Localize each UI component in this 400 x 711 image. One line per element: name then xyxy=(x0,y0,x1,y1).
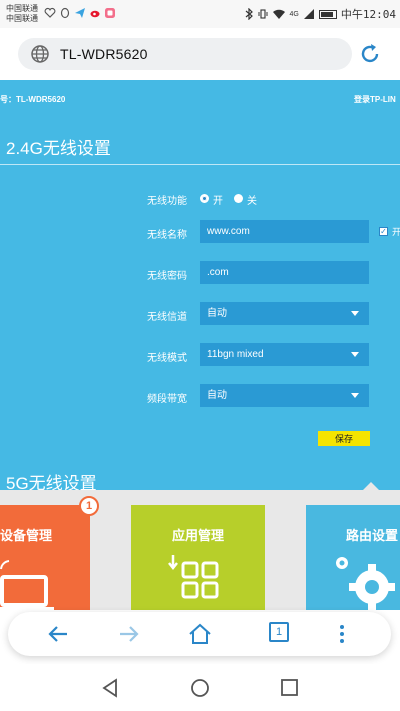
login-link[interactable]: 登录TP-LIN xyxy=(354,94,396,105)
browser-toolbar: TL-WDR5620 xyxy=(0,28,400,80)
password-input[interactable]: .com xyxy=(200,261,369,284)
chevron-down-icon xyxy=(351,352,359,357)
chevron-down-icon xyxy=(351,311,359,316)
ssid-label: 无线名称 xyxy=(147,230,187,241)
radio-on-label: 开 xyxy=(213,196,223,207)
save-button[interactable]: 保存 xyxy=(318,431,370,446)
status-bar: 中国联通 中国联通 4G 中午12:04 xyxy=(0,0,400,28)
mode-label: 无线模式 xyxy=(147,353,187,364)
qq-icon xyxy=(60,7,70,19)
tabs-button[interactable]: 1 xyxy=(269,622,289,642)
hide-ssid-label: 开 xyxy=(392,227,400,237)
heart-icon xyxy=(44,7,56,18)
bandwidth-select[interactable]: 自动 xyxy=(200,384,369,407)
wireless-function-label: 无线功能 xyxy=(147,196,187,207)
address-bar[interactable]: TL-WDR5620 xyxy=(18,38,352,70)
hide-ssid-checkbox[interactable]: ✓ xyxy=(379,227,388,236)
bandwidth-value: 自动 xyxy=(207,390,227,401)
system-indicators: 4G 中午12:04 xyxy=(244,6,396,22)
bluetooth-icon xyxy=(245,8,253,20)
ssid-input[interactable]: www.com xyxy=(200,220,369,243)
browser-nav-bar: 1 xyxy=(8,612,391,656)
laptop-icon xyxy=(0,571,54,610)
channel-select[interactable]: 自动 xyxy=(200,302,369,325)
network-type-label: 4G xyxy=(289,10,299,18)
carrier-2: 中国联通 xyxy=(6,14,38,23)
mode-value: 11bgn mixed xyxy=(207,349,264,360)
mode-select[interactable]: 11bgn mixed xyxy=(200,343,369,366)
paper-plane-icon xyxy=(75,8,85,18)
tile-router-settings[interactable]: 路由设置 xyxy=(306,505,400,610)
wifi-icon xyxy=(272,9,285,19)
reload-icon[interactable] xyxy=(358,42,382,66)
router-config-page: 号：TL-WDR5620 登录TP-LIN 2.4G无线设置 无线功能 开 关 … xyxy=(0,80,400,610)
section-divider xyxy=(0,164,400,165)
carrier-1: 中国联通 xyxy=(6,4,38,13)
notification-icons xyxy=(44,7,116,19)
recents-square-icon[interactable] xyxy=(280,678,300,698)
tile-device-management[interactable]: 设备管理 xyxy=(0,505,90,610)
router-model: 号：TL-WDR5620 xyxy=(0,95,66,104)
section-title-24g: 2.4G无线设置 xyxy=(6,139,111,158)
radio-off-label: 关 xyxy=(247,196,257,207)
password-label: 无线密码 xyxy=(147,271,187,282)
signal-icon xyxy=(303,9,314,19)
gear-icon xyxy=(336,557,395,610)
radio-off[interactable] xyxy=(234,194,243,203)
notification-badge: 1 xyxy=(79,496,99,516)
globe-icon xyxy=(31,45,49,63)
url-text: TL-WDR5620 xyxy=(60,46,148,62)
channel-value: 自动 xyxy=(207,308,227,319)
app-icon xyxy=(105,8,115,18)
tile-label: 设备管理 xyxy=(0,528,53,543)
forward-arrow-icon[interactable] xyxy=(117,622,141,646)
tile-label: 应用管理 xyxy=(172,528,225,543)
chevron-down-icon xyxy=(351,393,359,398)
home-icon[interactable] xyxy=(188,622,212,646)
tile-app-management[interactable]: 应用管理 xyxy=(131,505,265,610)
back-triangle-icon[interactable] xyxy=(100,678,120,698)
system-navigation xyxy=(0,664,400,711)
wifi-signal-icon xyxy=(0,560,10,570)
clock: 中午12:04 xyxy=(340,8,396,21)
tile-label: 路由设置 xyxy=(346,528,399,543)
apps-grid-icon xyxy=(168,555,219,599)
vibrate-icon xyxy=(258,9,268,19)
home-circle-icon[interactable] xyxy=(190,678,210,698)
quick-menu: 设备管理 1 应用管理 路由设置 xyxy=(0,490,400,610)
weibo-icon xyxy=(90,10,100,18)
back-arrow-icon[interactable] xyxy=(46,622,70,646)
pointer-notch xyxy=(363,482,379,490)
bandwidth-label: 频段带宽 xyxy=(147,394,187,405)
more-menu-icon[interactable] xyxy=(330,622,354,646)
channel-label: 无线信道 xyxy=(147,312,187,323)
radio-on[interactable] xyxy=(200,194,209,203)
battery-icon xyxy=(318,9,337,19)
